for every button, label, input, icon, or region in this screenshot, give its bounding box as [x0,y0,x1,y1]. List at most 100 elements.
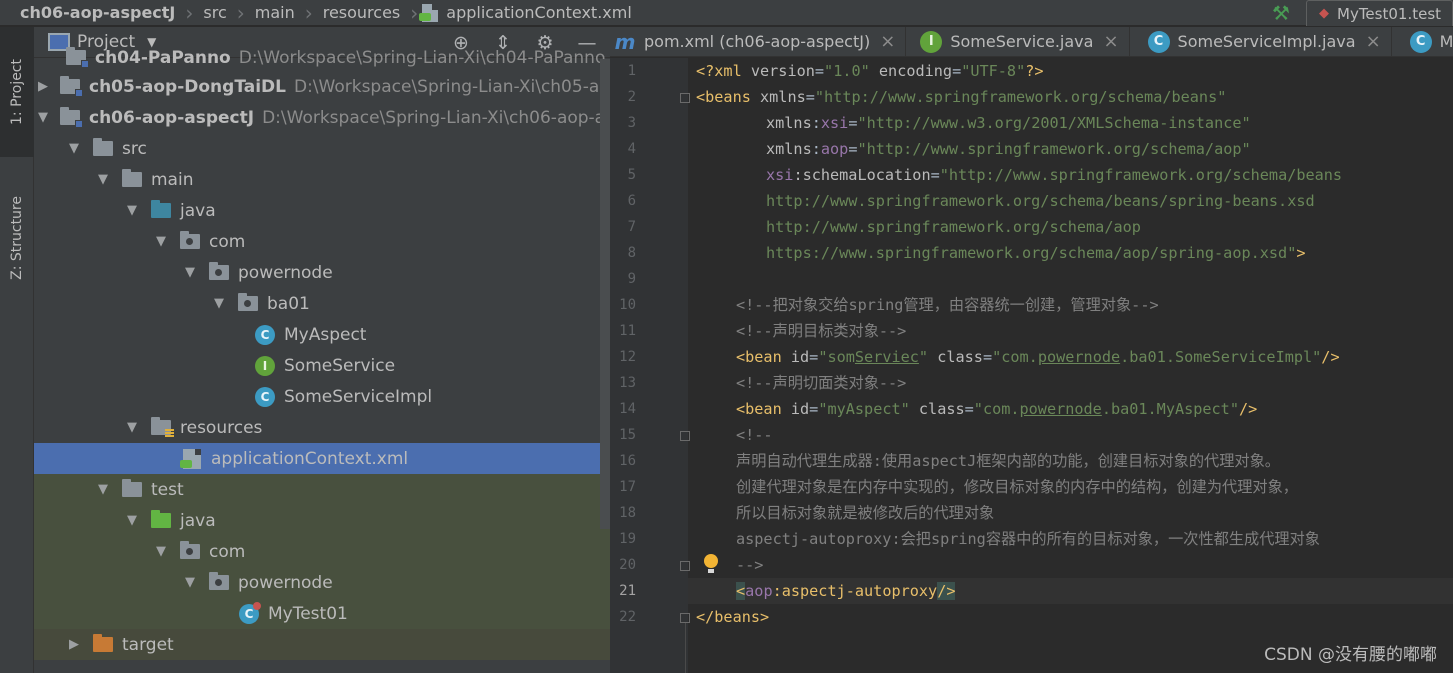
tree-item-src[interactable]: ▼ src [34,133,610,164]
structure-tool-tab[interactable]: Z: Structure [0,173,34,303]
chevron-down-icon[interactable]: ▼ [96,482,110,497]
breadcrumb-resources[interactable]: resources [303,0,401,26]
chevron-down-icon[interactable]: ▼ [67,141,81,156]
tree-item-powernode[interactable]: ▼ powernode [34,257,610,288]
fold-guide [685,623,686,673]
code-line: <!--声明目标类对象--> [736,322,907,340]
source-folder-icon [151,200,171,220]
chevron-down-icon[interactable]: ▼ [154,234,168,249]
package-icon [180,541,200,561]
structure-tool-tab-label: Z: Structure [9,196,25,280]
tab-label: pom.xml (ch06-aop-aspectJ) [644,32,871,51]
line-number: 10 [619,297,636,313]
tree-item-java-main[interactable]: ▼ java [34,195,610,226]
tree-scrollbar[interactable] [600,59,610,529]
tree-item-path: D:\Workspace\Spring-Lian-Xi\ch05-aop- [293,76,610,97]
close-icon[interactable]: × [880,31,895,52]
tree-item-path: D:\Workspace\Spring-Lian-Xi\ch06-aop-asp [262,107,610,128]
line-number: 8 [627,245,636,261]
tree-item-ch04[interactable]: ▶ ch04-PaPanno D:\Workspace\Spring-Lian-… [34,42,610,73]
breadcrumb-src[interactable]: src [183,0,226,26]
tree-item-ch06[interactable]: ▼ ch06-aop-aspectJ D:\Workspace\Spring-L… [34,102,610,133]
tree-item-applicationcontext[interactable]: applicationContext.xml [34,443,610,474]
code-line: xsi:schemaLocation="http://www.springfra… [766,166,1343,184]
chevron-right-icon[interactable]: ▶ [38,79,48,94]
tree-item-myaspect[interactable]: C MyAspect [34,319,610,350]
tree-item-label: main [151,169,194,190]
chevron-down-icon[interactable]: ▼ [212,296,226,311]
run-config-icon: ◆ [1319,6,1329,21]
code-area[interactable]: <?xml version="1.0" encoding="UTF-8"?> <… [688,58,1453,673]
chevron-down-icon[interactable]: ▼ [96,172,110,187]
tree-item-label: applicationContext.xml [211,448,409,469]
tree-item-someserviceimpl[interactable]: C SomeServiceImpl [34,381,610,412]
tree-item-com[interactable]: ▼ com [34,226,610,257]
run-configuration-selector[interactable]: ◆ MyTest01.test [1306,0,1453,26]
tree-item-resources[interactable]: ▼ resources [34,412,610,443]
tree-item-target[interactable]: ▶ target [34,629,610,660]
code-line: http://www.springframework.org/schema/be… [766,192,1315,210]
line-number: 6 [627,193,636,209]
tree-item-ba01[interactable]: ▼ ba01 [34,288,610,319]
chevron-down-icon[interactable]: ▼ [183,575,197,590]
breadcrumb-file[interactable]: applicationContext.xml [408,0,632,26]
breadcrumb-file-label: applicationContext.xml [446,3,632,22]
chevron-right-icon[interactable]: ▶ [67,637,81,652]
module-folder-icon [66,47,89,68]
chevron-down-icon[interactable]: ▼ [38,110,48,125]
project-panel: Project ▼ ⊕ ⇕ ⚙ — ▶ ch04-PaPanno D:\Work… [34,27,610,673]
tree-item-powernode-test[interactable]: ▼ powernode [34,567,610,598]
tab-mytest01-java[interactable]: C My [1392,27,1453,56]
tree-item-label: powernode [238,262,333,283]
editor: m pom.xml (ch06-aop-aspectJ) × I SomeSer… [610,27,1453,673]
run-config-label: MyTest01.test [1337,4,1442,23]
tree-item-test[interactable]: ▼ test [34,474,610,505]
line-number: 22 [619,609,636,625]
breadcrumb-main[interactable]: main [235,0,295,26]
left-tool-strip: 1: Project Z: Structure [0,27,34,673]
line-number: 3 [627,115,636,131]
code-line: 所以目标对象就是被修改后的代理对象 [736,504,995,522]
code-line: --> [736,556,764,574]
build-hammer-icon[interactable]: ⚒ [1266,0,1296,26]
tree-item-java-test[interactable]: ▼ java [34,505,610,536]
code-line: <?xml version="1.0" encoding="UTF-8"?> [696,62,1044,80]
tab-label: My [1439,32,1453,51]
watermark: CSDN @没有腰的嘟嘟 [1264,645,1437,665]
tree-item-label: java [180,510,216,531]
line-number: 18 [619,505,636,521]
tree-item-someservice[interactable]: I SomeService [34,350,610,381]
line-number: 16 [619,453,636,469]
chevron-down-icon[interactable]: ▼ [125,513,139,528]
breadcrumb-project[interactable]: ch06-aop-aspectJ [0,0,175,26]
chevron-down-icon[interactable]: ▼ [125,420,139,435]
code-line: 创建代理对象是在内存中实现的，修改目标对象的内存中的结构，创建为代理对象， [736,478,1298,496]
close-icon[interactable]: × [1103,31,1118,52]
tree-item-label: ch06-aop-aspectJ [89,107,255,128]
code-line: 声明自动代理生成器:使用aspectJ框架内部的功能，创建目标对象的代理对象。 [736,452,1280,470]
tree-item-ch05[interactable]: ▶ ch05-aop-DongTaiDL D:\Workspace\Spring… [34,71,610,102]
close-icon[interactable]: × [1366,31,1381,52]
tree-item-label: com [209,541,246,562]
tree-item-mytest01[interactable]: C MyTest01 [34,598,610,629]
excluded-folder-icon [93,634,113,654]
tab-pom-xml[interactable]: m pom.xml (ch06-aop-aspectJ) × [610,27,907,56]
code-line: http://www.springframework.org/schema/ao… [766,218,1141,236]
code-line: aspectj-autoproxy:会把spring容器中的所有的目标对象，一次… [736,530,1320,548]
class-icon: C [1147,30,1170,53]
tree-item-label: src [122,138,147,159]
tree-item-main[interactable]: ▼ main [34,164,610,195]
resources-folder-icon [151,417,174,438]
code-line: <!-- [736,426,773,444]
project-tool-tab[interactable]: 1: Project [0,27,34,157]
line-number: 21 [619,583,636,599]
tab-someservice-java[interactable]: I SomeService.java × [906,27,1130,56]
chevron-down-icon[interactable]: ▼ [125,203,139,218]
chevron-down-icon[interactable]: ▼ [154,544,168,559]
chevron-down-icon[interactable]: ▼ [183,265,197,280]
tab-someserviceimpl-java[interactable]: C SomeServiceImpl.java × [1130,27,1392,56]
code-line: </beans> [696,608,770,626]
tree-item-com-test[interactable]: ▼ com [34,536,610,567]
tab-label: SomeServiceImpl.java [1177,32,1356,51]
line-number: 11 [619,323,636,339]
